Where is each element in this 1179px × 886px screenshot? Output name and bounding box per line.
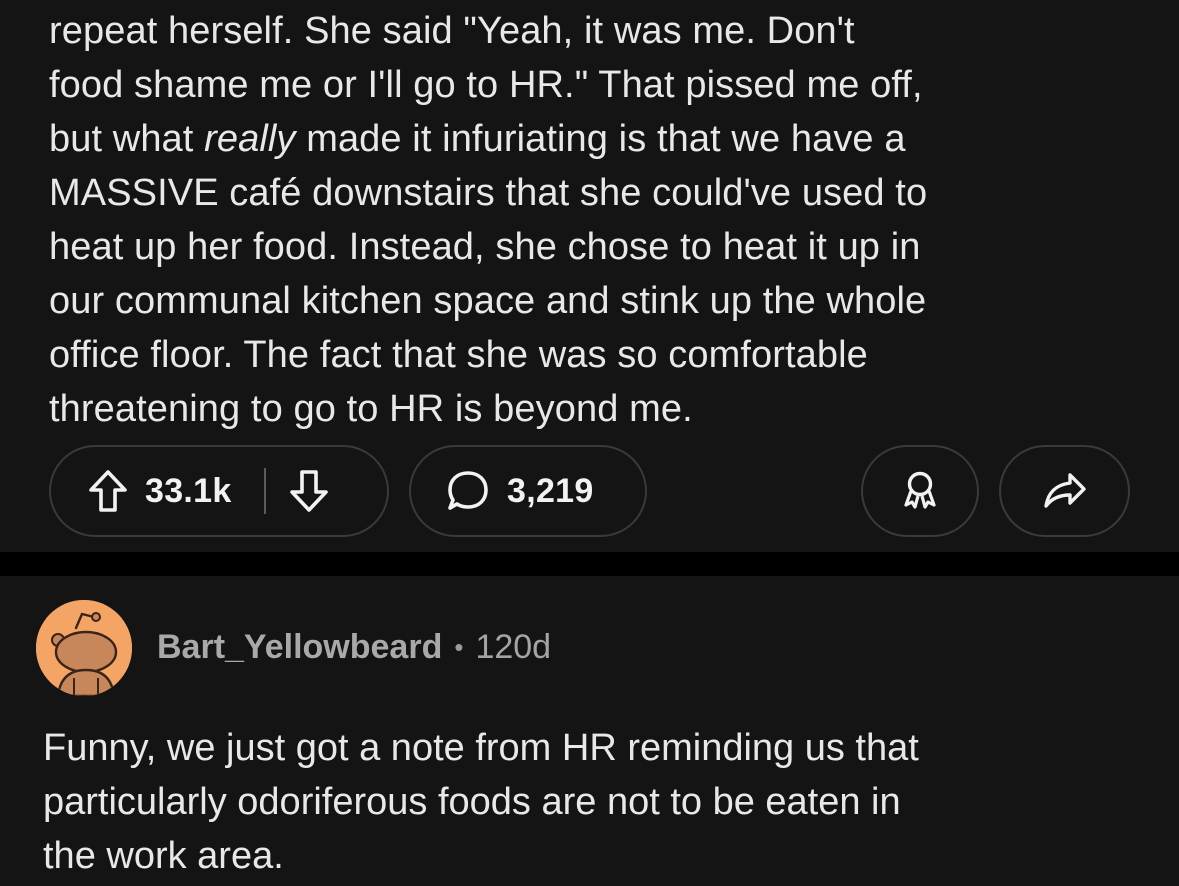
comment-author[interactable]: Bart_Yellowbeard [157, 628, 442, 667]
comment-count: 3,219 [507, 471, 594, 510]
post-body-part2: made it infuriating is that we have a MA… [49, 118, 928, 430]
speech-bubble-icon [445, 468, 491, 514]
arrow-up-icon[interactable] [87, 468, 129, 514]
comments-button[interactable]: 3,219 [409, 445, 647, 537]
award-button[interactable] [861, 445, 979, 537]
share-button[interactable] [999, 445, 1130, 537]
share-arrow-icon [1042, 471, 1088, 511]
avatar[interactable] [36, 600, 132, 696]
meta-separator: • [454, 632, 464, 662]
vote-count: 33.1k [145, 471, 232, 510]
vote-control: 33.1k [49, 445, 389, 537]
award-icon [900, 469, 940, 513]
comment-body: Funny, we just got a note from HR remind… [43, 721, 1153, 883]
post-body-text: repeat herself. She said "Yeah, it was m… [49, 4, 1149, 436]
comment: Bart_Yellowbeard • 120d Funny, we just g… [0, 576, 1179, 886]
comment-meta: Bart_Yellowbeard • 120d [157, 628, 551, 667]
comment-body-text: Funny, we just got a note from HR remind… [43, 727, 919, 877]
section-separator [0, 552, 1179, 576]
comment-age: 120d [475, 628, 552, 666]
vote-divider [263, 468, 266, 514]
post: repeat herself. She said "Yeah, it was m… [0, 0, 1179, 552]
post-body-emphasis: really [204, 118, 296, 160]
arrow-down-icon[interactable] [288, 468, 330, 514]
snoo-avatar-icon [36, 600, 132, 696]
post-body: repeat herself. She said "Yeah, it was m… [49, 4, 1149, 436]
